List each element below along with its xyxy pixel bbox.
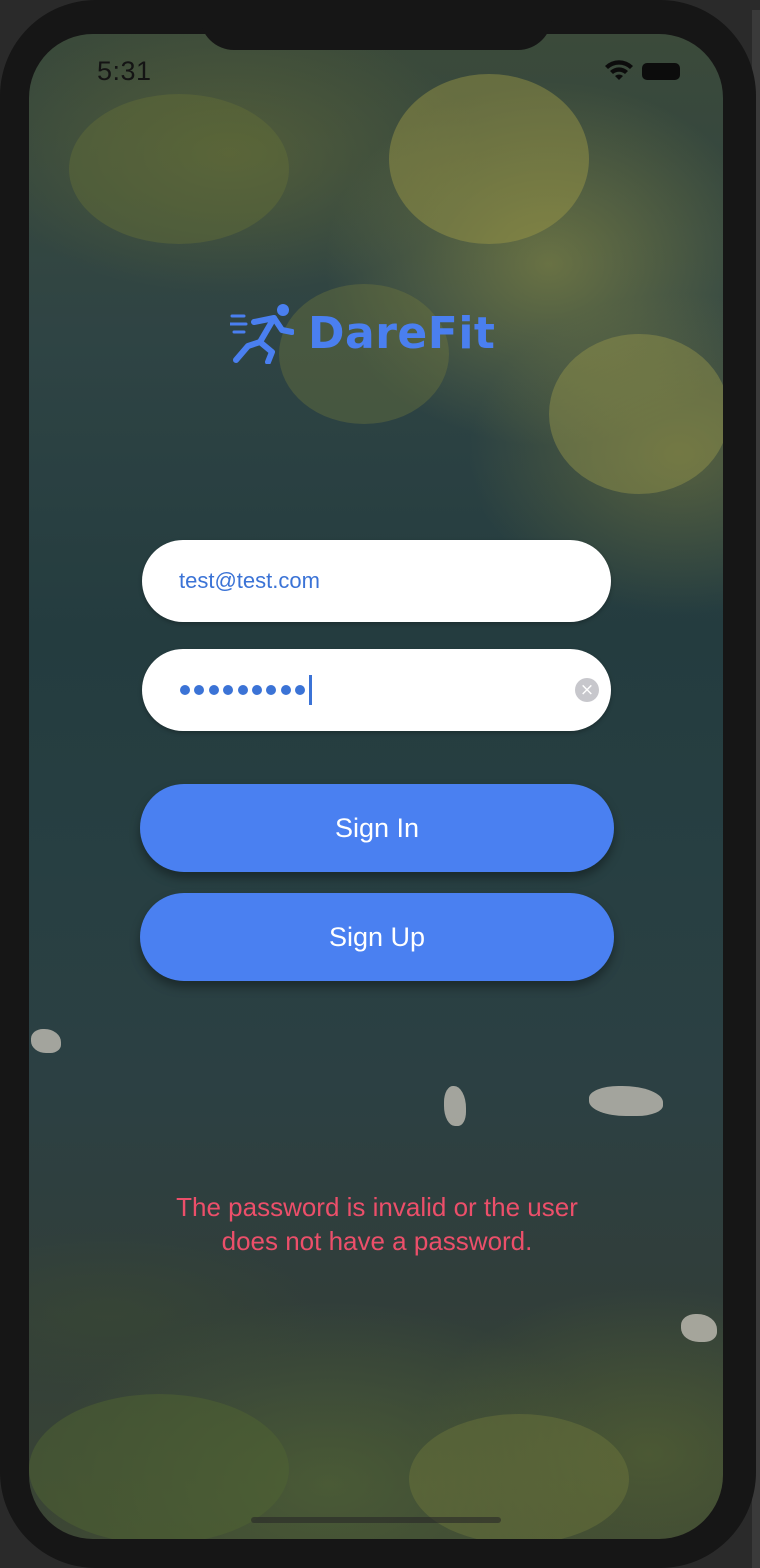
password-dot — [237, 685, 248, 695]
battery-icon — [642, 63, 680, 80]
password-dot — [180, 685, 190, 695]
sign-in-button[interactable]: Sign In — [140, 784, 614, 872]
clear-icon[interactable]: × — [575, 678, 599, 702]
password-field[interactable]: × — [142, 649, 611, 731]
background-foliage — [549, 334, 723, 494]
background-foliage — [29, 1394, 289, 1539]
background-foliage — [389, 74, 589, 244]
error-message-line: The password is invalid or the user — [176, 1192, 578, 1222]
sign-up-button[interactable]: Sign Up — [140, 893, 614, 981]
password-dot — [208, 685, 219, 695]
email-field-value: test@test.com — [179, 568, 320, 593]
error-message-line: does not have a password. — [221, 1226, 533, 1256]
app-logo: DareFit — [230, 300, 495, 366]
brand-name: DareFit — [308, 307, 496, 359]
home-indicator[interactable] — [251, 1517, 501, 1523]
phone-frame: DareFit test@test.com × Sign In Sign Up … — [0, 0, 756, 1568]
password-dot — [223, 685, 234, 695]
running-person-icon — [230, 304, 294, 364]
status-bar-time: 5:31 — [97, 56, 152, 86]
password-dot — [251, 685, 262, 695]
background-foliage — [69, 94, 289, 244]
app-screen: DareFit test@test.com × Sign In Sign Up … — [29, 34, 723, 1539]
password-dot — [295, 685, 306, 695]
password-dot — [194, 685, 205, 695]
background-rock — [444, 1086, 466, 1126]
text-cursor — [308, 675, 312, 705]
password-dot — [280, 685, 291, 695]
background-rock — [31, 1029, 61, 1053]
email-field[interactable]: test@test.com — [142, 540, 611, 622]
wifi-icon — [605, 60, 633, 80]
password-dot — [266, 685, 277, 695]
password-field-value — [180, 675, 312, 705]
error-message: The password is invalid or the user does… — [119, 1190, 635, 1258]
background-rock — [589, 1086, 663, 1116]
background-rock — [681, 1314, 717, 1342]
phone-notch — [200, 0, 552, 50]
